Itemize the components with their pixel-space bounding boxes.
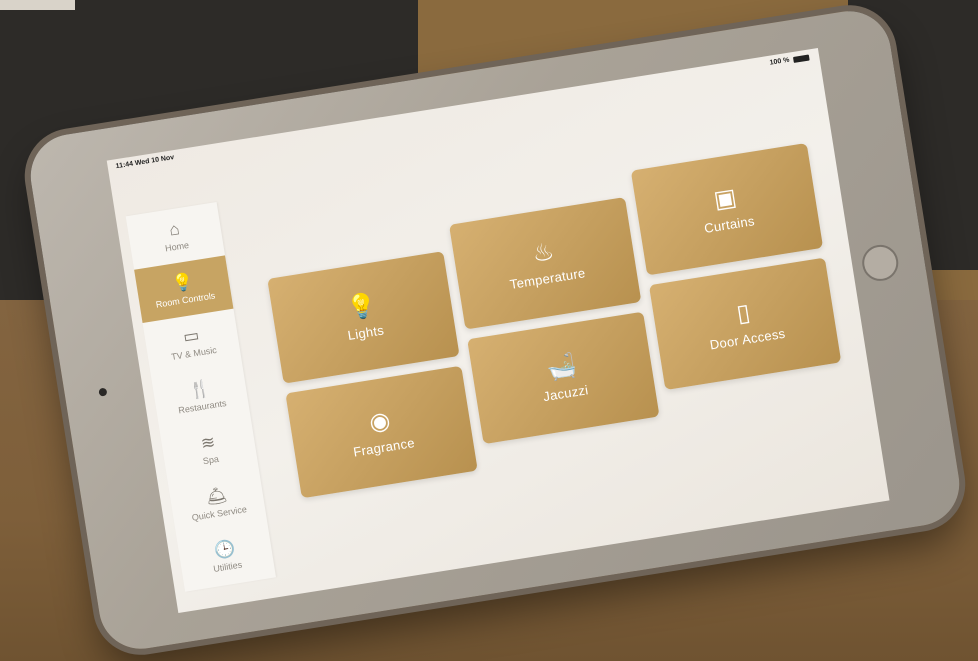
tile-label: Curtains [703, 212, 756, 236]
home-icon: ⌂ [167, 218, 181, 240]
tile-door-access[interactable]: ▯ Door Access [648, 257, 842, 391]
front-camera [98, 387, 108, 397]
battery-percent: 100 % [769, 56, 790, 67]
status-date: Wed 10 Nov [134, 154, 175, 168]
door-icon: ▯ [734, 298, 753, 328]
tile-label: Fragrance [352, 434, 416, 460]
tv-icon: ▭ [181, 324, 201, 347]
status-time: 11:44 Wed 10 Nov [115, 154, 174, 170]
clock-icon: 🕒 [212, 537, 237, 560]
tile-fragrance[interactable]: ◉ Fragrance [285, 365, 478, 499]
tile-jacuzzi[interactable]: 🛁 Jacuzzi [467, 311, 660, 445]
status-clock: 11:44 [115, 160, 134, 171]
home-button[interactable] [859, 242, 901, 284]
battery-icon [792, 54, 810, 63]
sidebar-item-label: Quick Service [191, 503, 248, 523]
heater-icon: ♨ [530, 237, 557, 268]
tile-label: Door Access [708, 325, 787, 352]
service-bell-icon: 🛎 [204, 484, 229, 507]
tile-label: Jacuzzi [542, 381, 590, 404]
lightbulb-icon: 💡 [344, 290, 379, 323]
room-controls-grid: 💡 Lights ♨ Temperature ▣ Curtains ◉ Frag… [259, 142, 851, 499]
fragrance-icon: ◉ [367, 406, 393, 437]
spa-stones-icon: ≋ [199, 431, 217, 453]
tile-label: Lights [346, 321, 385, 343]
curtains-icon: ▣ [711, 183, 739, 214]
tile-temperature[interactable]: ♨ Temperature [448, 197, 642, 330]
sidebar-item-label: TV & Music [170, 344, 218, 362]
bathtub-icon: 🛁 [544, 351, 579, 383]
cutlery-icon: 🍴 [187, 377, 212, 400]
sidebar-item-label: Home [164, 239, 190, 254]
sidebar-item-label: Room Controls [154, 289, 216, 310]
sidebar-item-label: Restaurants [177, 397, 228, 415]
tablet-screen: 11:44 Wed 10 Nov 100 % ⌂ Home 💡 Room Con… [106, 48, 890, 614]
battery-indicator: 100 % [769, 54, 810, 67]
tile-curtains[interactable]: ▣ Curtains [630, 142, 824, 276]
lightbulb-icon: 💡 [170, 271, 195, 294]
tile-lights[interactable]: 💡 Lights [267, 251, 460, 384]
sidebar-nav: ⌂ Home 💡 Room Controls ▭ TV & Music 🍴 Re… [125, 201, 276, 592]
sidebar-item-label: Utilities [212, 559, 243, 574]
tile-label: Temperature [508, 264, 587, 292]
sidebar-item-label: Spa [202, 453, 220, 466]
background-corner [0, 0, 75, 10]
